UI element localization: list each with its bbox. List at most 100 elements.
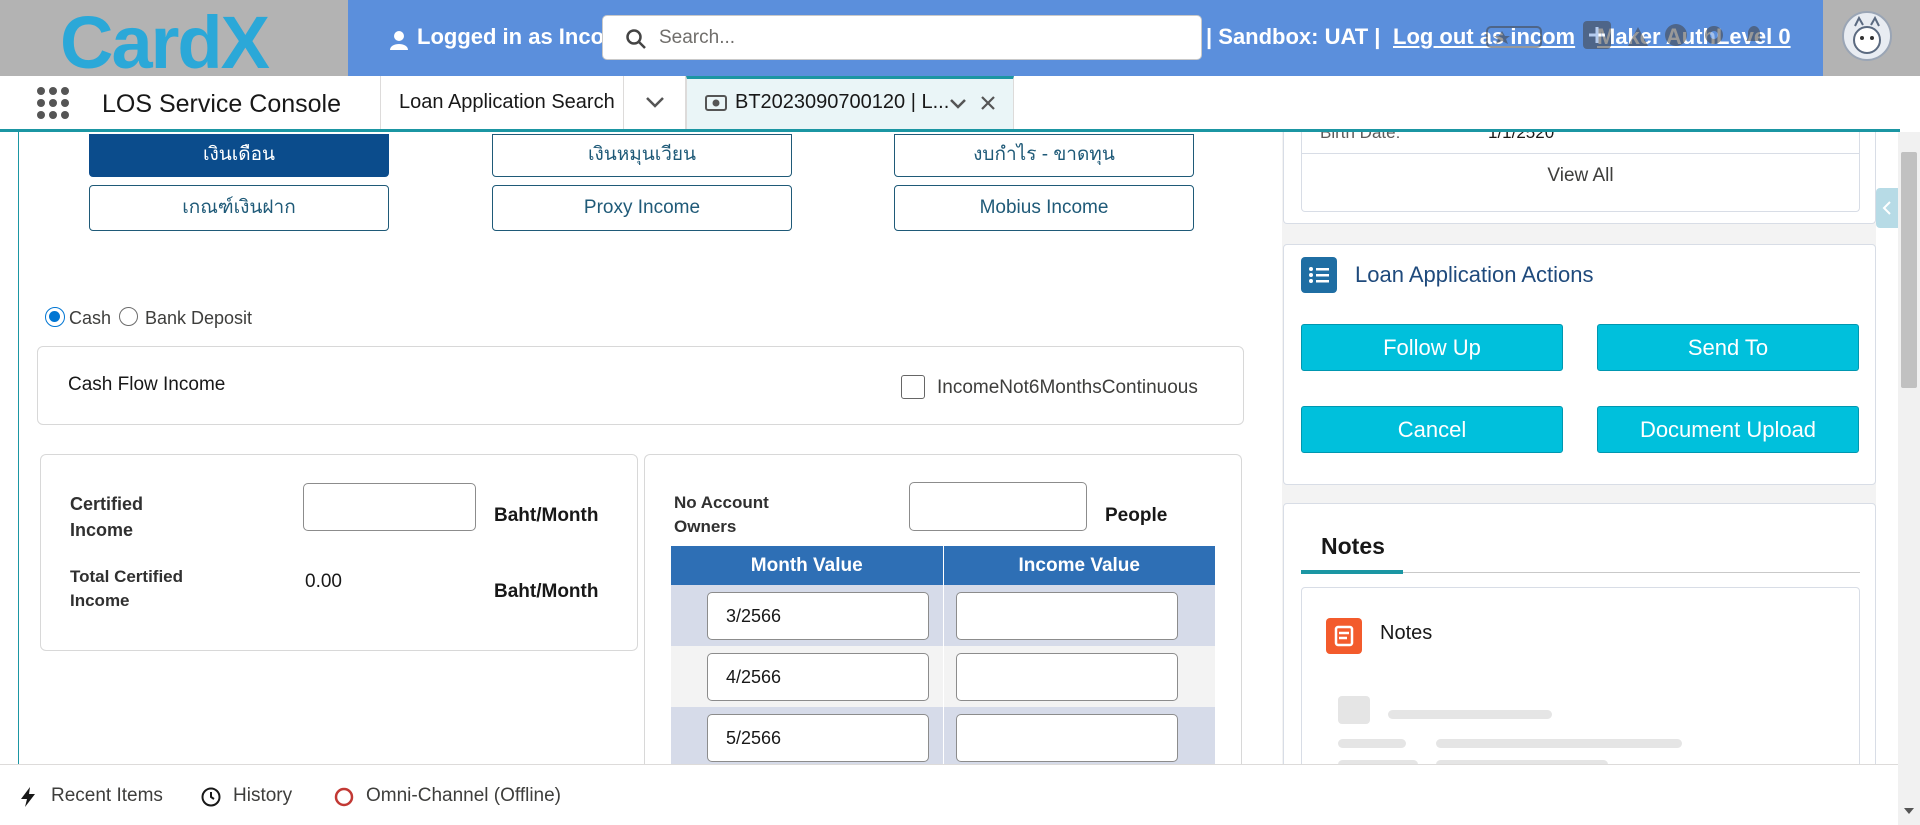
svg-text:CardX: CardX [60,1,270,76]
certified-income-unit: Baht/Month [494,505,599,526]
scrollbar-thumb[interactable] [1901,152,1917,388]
month-value-input[interactable]: 5/2566 [707,713,929,762]
income-panel: เงินเดือน เงินหมุนเวียน งบกำไร - ขาดทุน … [18,132,1258,774]
follow-up-button[interactable]: Follow Up [1301,324,1563,371]
cash-radio[interactable] [45,307,65,327]
notes-tab[interactable]: Notes [1321,533,1385,560]
add-icon[interactable] [1582,20,1612,50]
income-not-6-months-label: IncomeNot6MonthsContinuous [937,377,1198,398]
total-certified-income-unit: Baht/Month [494,581,599,602]
month-value-input[interactable]: 3/2566 [707,591,929,640]
tab-chevron-down-icon[interactable] [949,98,967,110]
send-to-button[interactable]: Send To [1597,324,1859,371]
panel-collapse-tab[interactable] [1876,188,1898,228]
tab-record-label: BT2023090700120 | L... [735,91,950,113]
offline-status-icon [334,787,354,807]
app-launcher-icon[interactable] [36,86,70,120]
avatar-area [1823,0,1920,76]
list-icon [1301,257,1337,293]
search-icon [626,29,646,49]
bank-deposit-label: Bank Deposit [145,308,253,328]
customer-info-inner: Birth Date: 1/1/2520 View All [1301,119,1860,212]
logo-area: CardX [0,0,348,84]
cardx-logo: CardX [60,1,272,84]
cash-radio-dot [49,311,60,322]
income-type-profit-loss[interactable]: งบกำไร - ขาดทุน [894,134,1194,177]
logged-in-text: Logged in as Inco [417,24,605,49]
notes-tab-underline [1301,570,1403,574]
loading-placeholder [1338,696,1370,724]
chevron-down-icon [646,97,664,108]
notes-title: Notes [1380,622,1433,644]
month-income-table: Month Value Income Value 3/2566 4/2566 5… [671,546,1215,768]
view-all-link[interactable]: View All [1302,165,1859,187]
actions-title: Loan Application Actions [1355,262,1594,287]
total-certified-income-label: Total Certified Income [70,567,184,610]
notes-inner-card: Notes [1301,587,1860,787]
month-value-header: Month Value [671,546,944,585]
app-name: LOS Service Console [102,90,342,118]
income-value-input[interactable] [955,652,1178,701]
clock-icon [201,787,221,807]
lightning-icon [21,787,35,807]
income-value-input[interactable] [955,713,1178,762]
cash-label: Cash [69,308,112,328]
nav-bar-extension [1282,76,1882,132]
month-value-input[interactable]: 4/2566 [707,652,929,701]
omni-channel-button[interactable]: Omni-Channel (Offline) [366,785,561,807]
logout-link[interactable]: Log out as incom [1393,24,1575,50]
loading-placeholder [1388,710,1552,719]
income-type-proxy[interactable]: Proxy Income [492,185,792,231]
no-account-owners-input[interactable] [909,482,1087,531]
loading-placeholder [1338,739,1406,748]
sandbox-text: | Sandbox: UAT | [1206,24,1381,49]
table-row: 4/2566 [671,646,1215,707]
no-account-owners-label: No Account Owners [674,493,769,536]
account-income-box: No Account Owners People Month Value Inc… [644,454,1242,774]
divider [1302,153,1859,154]
loading-placeholder [1436,739,1682,748]
user-icon [390,31,408,50]
total-certified-income-value: 0.00 [305,571,342,592]
trailhead-icon[interactable] [1626,24,1650,48]
tab-loan-application-search[interactable]: Loan Application Search [380,76,624,129]
money-icon [705,95,727,111]
loan-application-actions-card: Loan Application Actions Follow Up Send … [1283,244,1876,485]
setup-gear-icon[interactable] [1702,23,1726,47]
help-icon[interactable] [1664,23,1688,47]
income-type-mobius[interactable]: Mobius Income [894,185,1194,231]
avatar[interactable] [1841,10,1893,62]
favorites-icon[interactable] [1486,24,1542,50]
bank-deposit-radio[interactable] [119,307,138,326]
chevron-left-icon [1882,201,1891,215]
search-input[interactable]: Search... [602,15,1202,60]
cash-flow-title: Cash Flow Income [68,374,226,395]
customer-info-card: Birth Date: 1/1/2520 View All [1283,119,1876,224]
utility-bar: Recent Items History Omni-Channel (Offli… [0,764,1898,825]
notifications-icon[interactable] [1742,23,1766,47]
income-type-revolving[interactable]: เงินหมุนเวียน [492,134,792,177]
certified-income-box: Certified Income Baht/Month Total Certif… [40,454,638,651]
notes-icon [1326,618,1362,654]
recent-items-button[interactable]: Recent Items [51,785,163,807]
cash-flow-box: Cash Flow Income IncomeNot6MonthsContinu… [37,346,1244,425]
income-type-deposit[interactable]: เกณฑ์เงินฝาก [89,185,389,231]
table-row: 5/2566 [671,707,1215,768]
close-icon[interactable] [980,95,996,111]
page-scrollbar[interactable] [1898,132,1920,825]
table-row: 3/2566 [671,585,1215,646]
income-not-6-months-checkbox[interactable] [901,375,925,399]
certified-income-input[interactable] [303,483,476,531]
certified-income-label: Certified Income [70,494,144,540]
account-owners-unit: People [1105,505,1168,526]
history-button[interactable]: History [233,785,292,807]
income-value-header: Income Value [1018,554,1140,576]
nav-dropdown-button[interactable] [624,76,686,129]
tab-loan-application-record[interactable]: BT2023090700120 | L... [686,76,1014,129]
scroll-down-arrow-icon[interactable] [1903,806,1915,816]
income-type-salary[interactable]: เงินเดือน [89,134,389,177]
income-value-input[interactable] [955,591,1178,640]
document-upload-button[interactable]: Document Upload [1597,406,1859,453]
notes-card: Notes Notes [1283,503,1876,787]
cancel-button[interactable]: Cancel [1301,406,1563,453]
